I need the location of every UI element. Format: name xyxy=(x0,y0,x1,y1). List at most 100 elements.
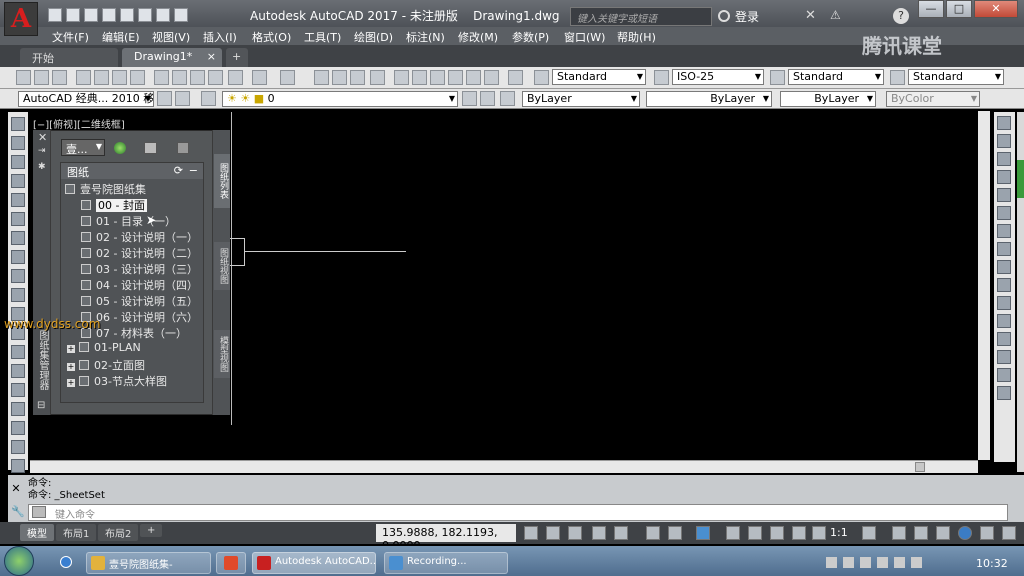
annotation-scale[interactable]: 1:1 xyxy=(830,526,848,539)
horizontal-scrollbar[interactable] xyxy=(30,460,978,473)
paste-icon[interactable] xyxy=(190,70,205,85)
polygon-icon[interactable] xyxy=(11,174,25,188)
sheet-item[interactable]: 02 - 设计说明（二） xyxy=(81,245,198,261)
tab-drawing1[interactable]: Drawing1* × xyxy=(122,48,222,67)
tab-layout1[interactable]: 布局1 xyxy=(56,524,97,541)
menu-draw[interactable]: 绘图(D) xyxy=(354,29,393,45)
exchange-icon[interactable]: ✕ xyxy=(805,8,816,23)
open-icon[interactable] xyxy=(66,8,80,22)
new-layout-button[interactable]: + xyxy=(140,524,163,537)
move-icon[interactable] xyxy=(997,206,1011,220)
zoom-realtime-icon[interactable] xyxy=(332,70,347,85)
zoom-window-icon[interactable] xyxy=(350,70,365,85)
start-button[interactable] xyxy=(4,546,34,576)
text-style-select[interactable]: Standard ▼ xyxy=(552,69,646,85)
save-as-icon[interactable] xyxy=(102,8,116,22)
menu-help[interactable]: 帮助(H) xyxy=(617,29,656,45)
design-center-icon[interactable] xyxy=(412,70,427,85)
linetype-select[interactable]: ByLayer ▼ xyxy=(646,91,772,107)
taskbar-item-explorer[interactable]: 壹号院图纸集- xyxy=(86,552,211,574)
auto-scale-icon[interactable] xyxy=(812,526,826,540)
customize-icon[interactable]: 🔧 xyxy=(11,505,25,518)
break-icon[interactable] xyxy=(997,314,1011,328)
plot-icon[interactable] xyxy=(76,70,91,85)
scale-icon[interactable] xyxy=(997,242,1011,256)
line-icon[interactable] xyxy=(11,117,25,131)
table-style-icon[interactable] xyxy=(770,70,785,85)
copy-icon[interactable] xyxy=(172,70,187,85)
search-icon[interactable] xyxy=(718,10,730,22)
tab-model[interactable]: 模型 xyxy=(20,524,54,541)
viewport-controls[interactable]: [−][俯视][二维线框] xyxy=(33,116,125,131)
layer-previous-icon[interactable] xyxy=(480,91,495,106)
sheet-item[interactable]: 03 - 设计说明（三） xyxy=(81,261,198,277)
new-tab-button[interactable]: + xyxy=(226,48,248,67)
quickcalc-icon[interactable] xyxy=(484,70,499,85)
sheet-item[interactable]: 05 - 设计说明（五） xyxy=(81,293,198,309)
layer-select[interactable]: ☀ ☀ ■ 0 ▼ xyxy=(222,91,458,107)
construction-line-icon[interactable] xyxy=(11,136,25,150)
palette-autohide-icon[interactable]: ⇥ xyxy=(38,146,46,156)
infer-constraints-icon[interactable] xyxy=(568,526,582,540)
zoom-previous-icon[interactable] xyxy=(370,70,385,85)
workspace-switching-icon[interactable] xyxy=(862,526,876,540)
erase-icon[interactable] xyxy=(997,116,1011,130)
region-icon[interactable] xyxy=(11,421,25,435)
layer-match-icon[interactable] xyxy=(500,91,515,106)
help-icon[interactable] xyxy=(508,70,523,85)
rectangle-icon[interactable] xyxy=(11,193,25,207)
new-icon[interactable] xyxy=(16,70,31,85)
tray-icon[interactable] xyxy=(843,557,854,568)
application-menu-button[interactable]: A xyxy=(4,2,38,36)
network-icon[interactable] xyxy=(894,557,905,568)
join-icon[interactable] xyxy=(997,332,1011,346)
trim-icon[interactable] xyxy=(997,278,1011,292)
save-icon[interactable] xyxy=(84,8,98,22)
sheet-selections-icon[interactable] xyxy=(177,142,189,154)
polar-tracking-icon[interactable] xyxy=(614,526,628,540)
a360-icon[interactable]: ⚠ xyxy=(830,8,841,22)
taskbar-item-recording[interactable]: Recording... xyxy=(384,552,508,574)
isometric-icon[interactable] xyxy=(646,526,660,540)
arc-icon[interactable] xyxy=(11,212,25,226)
offset-icon[interactable] xyxy=(997,170,1011,184)
sheet-item[interactable]: 02 - 设计说明（一） xyxy=(81,229,198,245)
table-style-select[interactable]: Standard ▼ xyxy=(788,69,884,85)
tray-icon[interactable] xyxy=(877,557,888,568)
minimize-button[interactable]: — xyxy=(918,0,944,18)
units-icon[interactable] xyxy=(914,526,928,540)
tray-icon[interactable] xyxy=(860,557,871,568)
undo-icon[interactable] xyxy=(252,70,267,85)
menu-tools[interactable]: 工具(T) xyxy=(304,29,341,45)
properties-icon[interactable] xyxy=(394,70,409,85)
palette-properties-icon[interactable]: ✱ xyxy=(38,162,46,172)
recent-commands-icon[interactable] xyxy=(32,506,46,518)
gradient-icon[interactable] xyxy=(11,402,25,416)
annotation-monitor-icon[interactable] xyxy=(892,526,906,540)
annotation-visibility-icon[interactable] xyxy=(792,526,806,540)
collapse-icon[interactable]: − xyxy=(189,164,198,177)
extend-icon[interactable] xyxy=(997,296,1011,310)
object-snap-tracking-icon[interactable] xyxy=(668,526,682,540)
menu-format[interactable]: 格式(O) xyxy=(252,29,291,45)
mirror-icon[interactable] xyxy=(997,152,1011,166)
vertical-scrollbar[interactable] xyxy=(978,111,990,460)
plot-preview-icon[interactable] xyxy=(94,70,109,85)
taskbar-item-app[interactable] xyxy=(216,552,246,574)
open-icon[interactable] xyxy=(34,70,49,85)
spline-icon[interactable] xyxy=(11,269,25,283)
expand-icon[interactable]: + xyxy=(67,363,75,371)
plot-style-select[interactable]: ByColor ▼ xyxy=(886,91,980,107)
tree-root[interactable]: 壹号院图纸集 xyxy=(65,181,146,197)
palette-close-icon[interactable]: ✕ xyxy=(38,131,47,144)
ellipse-icon[interactable] xyxy=(11,288,25,302)
block-editor-icon[interactable] xyxy=(228,70,243,85)
3d-dwf-icon[interactable] xyxy=(130,70,145,85)
point-icon[interactable] xyxy=(11,364,25,378)
revision-cloud-icon[interactable] xyxy=(11,250,25,264)
mleader-style-select[interactable]: Standard ▼ xyxy=(908,69,1004,85)
sign-in-button[interactable]: 登录 xyxy=(735,8,759,25)
mtext-icon[interactable] xyxy=(11,459,25,473)
new-icon[interactable] xyxy=(48,8,62,22)
customization-icon[interactable] xyxy=(1002,526,1016,540)
